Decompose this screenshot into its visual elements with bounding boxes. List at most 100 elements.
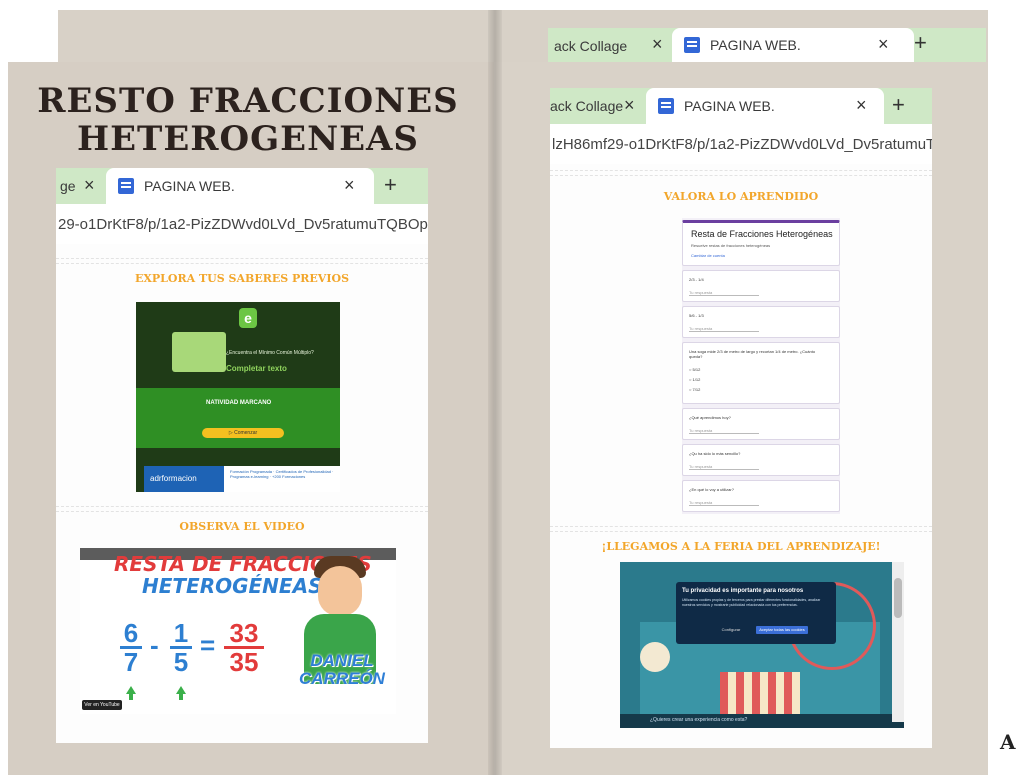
activity-author: NATIVIDAD MARCANO (206, 400, 272, 406)
right-tab-prev[interactable]: ack Collage (550, 88, 623, 124)
form-question-card[interactable]: ¿En qué lo voy a utilizar? Tu respuesta (682, 480, 840, 512)
form-question-card[interactable]: Una soga mide 2/3 de metro de largo y re… (682, 342, 840, 404)
activity-mode: Completar texto (226, 364, 287, 373)
section-title-feria: ¡LLEGAMOS A LA FERIA DEL APRENDIZAJE! (601, 540, 881, 553)
video-embed[interactable]: RESTA DE FRACCIONES HETEROGÉNEAS 6 7 - 1… (80, 548, 396, 714)
fraction-2-numerator: 1 (170, 620, 192, 649)
back-tab-prev-label: ack Collage (554, 38, 628, 54)
form-question-card[interactable]: 2/3 - 1/4 Tu respuesta (682, 270, 840, 302)
form-question-card[interactable]: ¿Qué aprendimos hoy? Tu respuesta (682, 408, 840, 440)
fraction-2-denominator: 5 (173, 647, 189, 677)
right-tab-active[interactable]: PAGINA WEB. (646, 88, 884, 124)
fraction-1: 6 7 (120, 620, 142, 675)
left-browser-window: ge × PAGINA WEB. × + 29-o1DrKtF8/p/1a2-P… (56, 168, 428, 743)
back-tab-active-close-icon[interactable]: × (878, 34, 889, 55)
cookie-settings-button[interactable]: Configurar (716, 626, 746, 634)
right-page-content: VALORA LO APRENDIDO Resta de Fracciones … (550, 164, 932, 748)
divider (56, 258, 428, 264)
accept-cookies-button[interactable]: Aceptar todas las cookies (756, 626, 808, 634)
arrow-up-icon (176, 686, 186, 700)
cookie-consent-modal: Tu privacidad es importante para nosotro… (676, 582, 836, 644)
question-text: 2/3 - 1/4 (689, 277, 704, 282)
partial-caption: A (1000, 730, 1016, 754)
activity-question: ¿Encuentra el Mínimo Común Múltiplo? (226, 350, 314, 356)
fraction-2: 1 5 (170, 620, 192, 675)
back-browser-strip: ack Collage × PAGINA WEB. × + (548, 28, 986, 62)
right-new-tab-icon[interactable]: + (892, 92, 905, 118)
left-tab-prev-close-icon[interactable]: × (84, 175, 95, 196)
ad-banner[interactable]: adrformacion Formación Programada · Cert… (144, 466, 340, 492)
answer-input[interactable]: Tu respuesta (689, 464, 759, 470)
left-tab-active-label: PAGINA WEB. (144, 178, 235, 194)
left-url-bar[interactable]: 29-o1DrKtF8/p/1a2-PizZDWvd0LVd_Dv5ratumu… (56, 204, 428, 244)
form-question-card[interactable]: ¿Qu ha sido lo más sencillo? Tu respuest… (682, 444, 840, 476)
left-tab-active-close-icon[interactable]: × (344, 175, 355, 196)
right-url-bar[interactable]: lzH86mf29-o1DrKtF8/p/1a2-PizZDWvd0LVd_Dv… (550, 124, 932, 164)
radio-option[interactable]: ○ 1/12 (689, 377, 700, 382)
right-tab-prev-close-icon[interactable]: × (624, 95, 635, 116)
video-heading-line2: HETEROGÉNEAS (142, 574, 323, 598)
back-new-tab-icon[interactable]: + (914, 30, 927, 56)
sites-icon (118, 178, 134, 194)
section-title-video: OBSERVA EL VIDEO (179, 520, 305, 533)
question-text: 5/6 - 1/3 (689, 313, 704, 318)
divider (550, 526, 932, 532)
left-page-content: EXPLORA TUS SABERES PREVIOS e ¿Encuentra… (56, 244, 428, 743)
answer-input[interactable]: Tu respuesta (689, 428, 759, 434)
left-tabbar: ge × PAGINA WEB. × + (56, 168, 428, 204)
answer-input[interactable]: Tu respuesta (689, 326, 759, 332)
left-tab-prev[interactable]: ge (60, 168, 76, 204)
google-form-embed[interactable]: Resta de Fracciones Heterogéneas Resuelv… (682, 218, 840, 514)
sites-icon (658, 98, 674, 114)
educaplay-logo: e (239, 308, 257, 328)
fraction-result-denominator: 35 (229, 647, 259, 677)
fraction-1-denominator: 7 (123, 647, 139, 677)
back-tab-prev[interactable]: ack Collage (554, 28, 627, 62)
scrollbar[interactable] (892, 562, 904, 722)
section-title-explora: EXPLORA TUS SABERES PREVIOS (134, 272, 350, 285)
back-tab-prev-close-icon[interactable]: × (652, 34, 663, 55)
fraction-1-numerator: 6 (120, 620, 142, 649)
game-bottom-bar: ¿Quieres crear una experiencia como esta… (620, 714, 904, 728)
back-tab-active-label: PAGINA WEB. (710, 37, 801, 53)
divider (56, 506, 428, 512)
back-tabbar: ack Collage × PAGINA WEB. × + (548, 28, 986, 62)
clown-image (640, 642, 670, 672)
ad-text: Formación Programada · Certificados de P… (230, 469, 334, 479)
right-tab-active-close-icon[interactable]: × (856, 95, 867, 116)
equals-sign: = (200, 630, 216, 660)
question-text: ¿En qué lo voy a utilizar? (689, 487, 734, 492)
section-title-valora: VALORA LO APRENDIDO (663, 190, 819, 203)
game-embed[interactable]: Tu privacidad es importante para nosotro… (620, 562, 904, 728)
scene: ack Collage × PAGINA WEB. × + RESTO FRAC… (0, 0, 1032, 775)
activity-thumbnail (172, 332, 226, 372)
radio-option[interactable]: ○ 5/12 (689, 367, 700, 372)
question-text: ¿Qu ha sido lo más sencillo? (689, 451, 741, 456)
answer-input[interactable]: Tu respuesta (689, 290, 759, 296)
left-new-tab-icon[interactable]: + (384, 172, 397, 198)
book-fold (488, 10, 502, 775)
form-header-card: Resta de Fracciones Heterogéneas Resuelv… (682, 220, 840, 266)
radio-option[interactable]: ○ 7/12 (689, 387, 700, 392)
radio-option-label: 1/12 (692, 377, 701, 382)
fraction-result-numerator: 33 (224, 620, 264, 649)
scrollbar-thumb[interactable] (894, 578, 902, 618)
form-question-card[interactable]: 5/6 - 1/3 Tu respuesta (682, 306, 840, 338)
cookie-modal-body: Utilizamos cookies propias y de terceros… (682, 598, 821, 607)
question-text: Una soga mide 2/3 de metro de largo y re… (689, 349, 816, 359)
start-button[interactable]: ▷ Comenzar (202, 428, 284, 438)
divider (550, 170, 932, 176)
activity-band (136, 388, 340, 448)
form-subtitle: Resuelve restas de fracciones heterogéne… (691, 243, 771, 248)
cookie-modal-title: Tu privacidad es importante para nosotro… (682, 588, 804, 594)
game-bottom-text: ¿Quieres crear una experiencia como esta… (650, 717, 748, 723)
answer-input[interactable]: Tu respuesta (689, 500, 759, 506)
left-tab-active[interactable]: PAGINA WEB. (106, 168, 374, 204)
switch-account-link[interactable]: Cambiar de cuenta (691, 253, 725, 258)
presenter-name: DANIEL CARREÓN (299, 651, 385, 688)
right-tabbar: ack Collage × PAGINA WEB. × + (550, 88, 932, 124)
youtube-button[interactable]: Ver en YouTube (82, 700, 122, 710)
avatar (318, 566, 362, 616)
arrow-up-icon (126, 686, 136, 700)
educaplay-embed[interactable]: e ¿Encuentra el Mínimo Común Múltiplo? C… (136, 302, 340, 492)
